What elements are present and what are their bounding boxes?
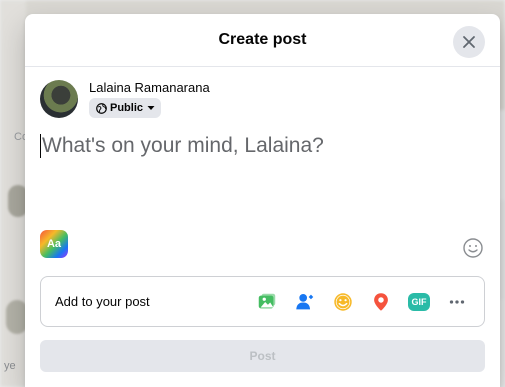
text-background-button[interactable]: Aa <box>40 230 68 258</box>
globe-icon <box>96 102 107 114</box>
dialog-header: Create post <box>25 14 500 67</box>
post-button[interactable]: Post <box>40 340 485 372</box>
background-text: ye <box>4 360 16 372</box>
more-button[interactable] <box>444 289 470 315</box>
tag-people-button[interactable] <box>292 289 318 315</box>
caret-down-icon <box>147 106 155 110</box>
feeling-button[interactable] <box>330 289 356 315</box>
close-button[interactable] <box>453 26 485 58</box>
post-button-label: Post <box>249 349 276 363</box>
close-icon <box>463 36 475 48</box>
text-background-label: Aa <box>46 238 62 250</box>
dialog-title: Create post <box>218 31 307 48</box>
photo-video-icon <box>258 293 276 308</box>
feeling-icon <box>334 292 352 311</box>
post-text-input[interactable]: What's on your mind, Lalaina? <box>40 134 480 158</box>
create-post-dialog: Create post Lalaina Ramanarana Public Wh… <box>25 14 500 387</box>
author-meta: Lalaina Ramanarana Public <box>89 80 210 119</box>
tag-people-icon <box>296 293 314 309</box>
add-to-post-bar: Add to your post GIF <box>40 276 485 327</box>
gif-label: GIF <box>411 296 427 307</box>
more-icon <box>449 299 465 304</box>
privacy-label: Public <box>110 102 144 114</box>
avatar[interactable] <box>40 80 78 118</box>
check-in-button[interactable] <box>368 289 394 315</box>
author-row: Lalaina Ramanarana Public <box>40 80 210 119</box>
text-cursor <box>40 134 41 158</box>
author-name: Lalaina Ramanarana <box>89 80 210 95</box>
add-to-post-tools: GIF <box>242 289 470 315</box>
privacy-selector[interactable]: Public <box>89 98 162 118</box>
add-to-post-label[interactable]: Add to your post <box>55 294 242 309</box>
emoji-icon[interactable] <box>461 236 485 260</box>
check-in-icon <box>374 292 388 311</box>
composer-placeholder: What's on your mind, Lalaina? <box>42 134 324 157</box>
gif-icon: GIF <box>408 292 430 311</box>
photo-video-button[interactable] <box>254 289 280 315</box>
gif-button[interactable]: GIF <box>406 289 432 315</box>
